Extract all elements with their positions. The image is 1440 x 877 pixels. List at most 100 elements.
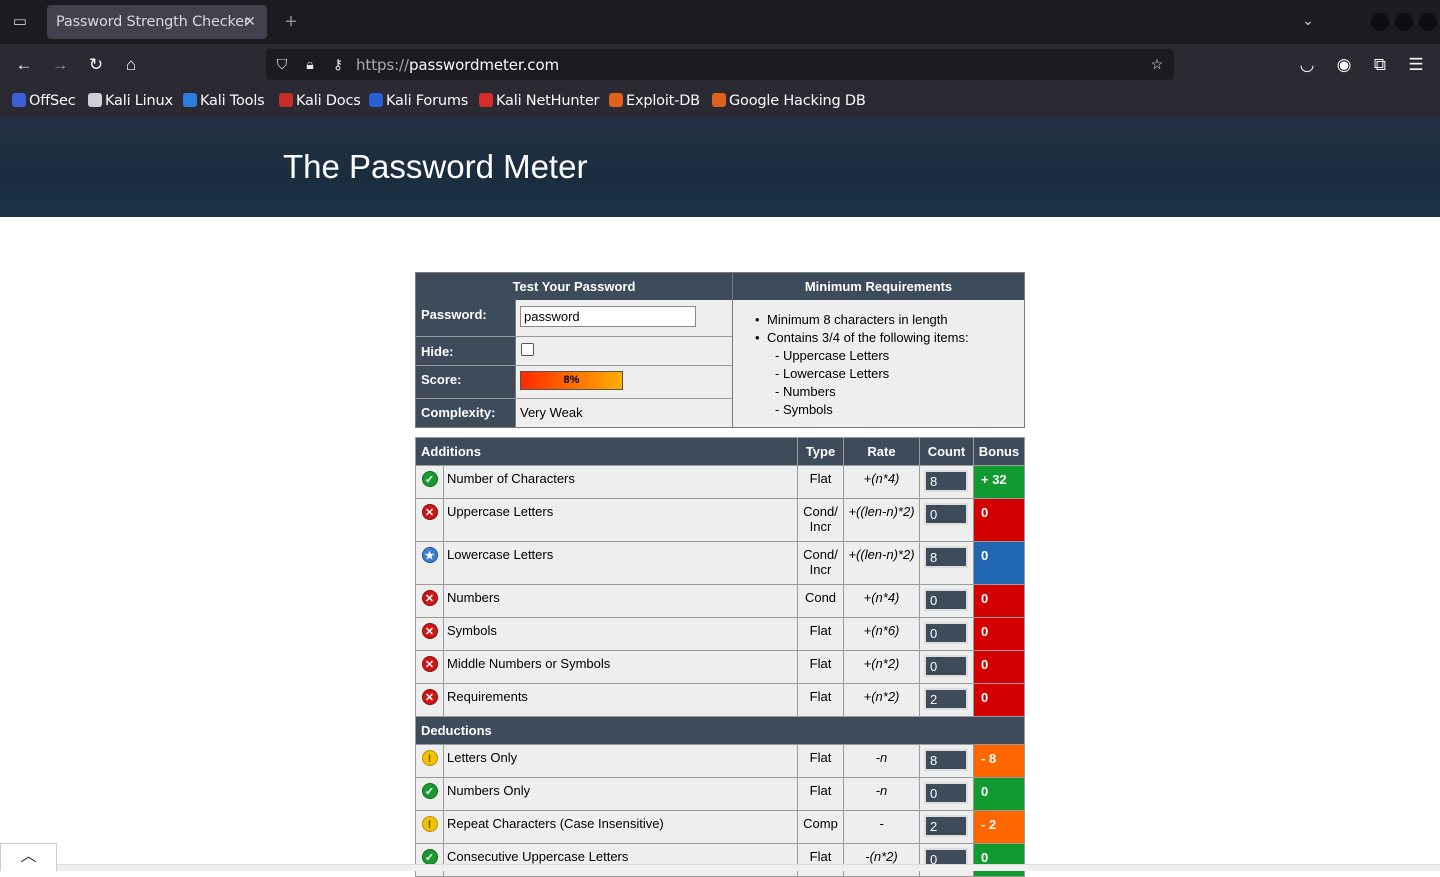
row-label: Consecutive Uppercase Letters [443, 843, 798, 877]
kali-docs-icon [279, 93, 293, 107]
count-header: Count [919, 437, 974, 466]
site-title: The Password Meter [283, 148, 588, 185]
password-input[interactable] [520, 306, 696, 327]
url-text[interactable]: https://passwordmeter.com [356, 56, 559, 74]
row-label: Numbers [443, 584, 798, 618]
bonus-header: Bonus [973, 437, 1025, 466]
home-icon[interactable]: ⌂ [119, 53, 143, 77]
table-row: ✕ Symbols Flat +(n*6) 0 [415, 617, 1025, 651]
bookmark-exploit-db[interactable]: Exploit-DB [609, 93, 700, 109]
bonus-value: 0 [973, 777, 1025, 811]
key-icon[interactable]: ⚷ [327, 53, 349, 75]
status-bad-icon: ✕ [421, 504, 438, 520]
close-icon[interactable]: ✕ [240, 11, 260, 31]
deductions-header: Deductions [415, 716, 1025, 745]
new-tab-icon[interactable]: + [280, 10, 302, 34]
bookmark-kali-docs[interactable]: Kali Docs [279, 93, 361, 109]
count-field[interactable] [924, 688, 968, 710]
password-label: Password: [421, 307, 487, 322]
count-field[interactable] [924, 503, 968, 525]
bonus-value: 0 [973, 498, 1025, 542]
hide-checkbox[interactable] [521, 343, 534, 356]
row-type: Flat [797, 744, 844, 778]
table-row: ✕ Uppercase Letters Cond/ Incr +((len-n)*2)… [415, 498, 1025, 542]
bookmark-google-hacking-db[interactable]: Google Hacking DB [712, 93, 866, 109]
row-label: Lowercase Letters [443, 541, 798, 585]
rate-header: Rate [843, 437, 920, 466]
row-type: Cond/ Incr [797, 498, 844, 542]
row-rate: +(n*2) [843, 683, 920, 717]
reload-icon[interactable]: ↻ [84, 53, 108, 77]
status-warn-icon: ! [421, 816, 438, 832]
complexity-value: Very Weak [520, 405, 583, 420]
row-label: Uppercase Letters [443, 498, 798, 542]
bookmarks-bar: OffSec Kali Linux Kali Tools Kali Docs Kali … [0, 86, 1440, 117]
row-rate: +((len-n)*2) [843, 541, 920, 585]
row-rate: +(n*2) [843, 650, 920, 684]
count-field[interactable] [924, 622, 968, 644]
bonus-value: 0 [973, 541, 1025, 585]
additions-header-row: Additions Type Rate Count Bonus [415, 437, 1025, 466]
count-field[interactable] [924, 546, 968, 568]
chevron-down-icon[interactable]: ⌄ [1298, 12, 1318, 32]
row-rate: -(n*2) [843, 843, 920, 877]
requirements-panel: Minimum Requirements • Minimum 8 characte… [732, 272, 1025, 428]
maximize-button[interactable] [1395, 13, 1413, 31]
menu-icon[interactable]: ☰ [1404, 53, 1428, 77]
exploitdb-icon [609, 93, 623, 107]
requirements-list: • Minimum 8 characters in length • Contains… [755, 311, 969, 419]
bookmark-kali-linux[interactable]: Kali Linux [88, 93, 173, 109]
site-header: The Password Meter [0, 117, 1440, 217]
count-field[interactable] [924, 589, 968, 611]
requirement-item: • Contains 3/4 of the following items: [755, 330, 969, 345]
browser-chrome: ▭ Password Strength Checker ✕ + ⌄ ← → ↻ … [0, 0, 1440, 117]
horizontal-scrollbar[interactable] [57, 864, 1440, 871]
requirement-subitem: - Numbers [775, 384, 836, 399]
star-icon[interactable]: ☆ [1146, 53, 1168, 75]
row-rate: +((len-n)*2) [843, 498, 920, 542]
count-field[interactable] [924, 749, 968, 771]
close-window-button[interactable] [1419, 13, 1437, 31]
row-type: Flat [797, 617, 844, 651]
count-field[interactable] [924, 815, 968, 837]
bookmark-label: Kali Forums [386, 93, 469, 109]
tab-password-strength[interactable]: Password Strength Checker ✕ [47, 5, 267, 39]
hide-label: Hide: [421, 344, 454, 359]
minimize-button[interactable] [1371, 13, 1389, 31]
count-field[interactable] [924, 655, 968, 677]
table-row: ★ Lowercase Letters Cond/ Incr +((len-n)*2)… [415, 541, 1025, 585]
shield-icon[interactable]: ⛉ [271, 53, 293, 75]
table-row: ✕ Middle Numbers or Symbols Flat +(n*2) 0 [415, 650, 1025, 684]
extensions-icon[interactable]: ⧉ [1368, 53, 1392, 77]
table-row: ✓ Numbers Only Flat -n 0 [415, 777, 1025, 811]
count-field[interactable] [924, 470, 968, 492]
table-row: ✕ RequirementsFlat+(n*2) 0 [415, 683, 1025, 717]
bonus-value: 0 [973, 617, 1025, 651]
ghdb-icon [712, 93, 726, 107]
row-type: Flat [797, 683, 844, 717]
pocket-icon[interactable]: ◡ [1295, 53, 1319, 77]
bookmark-kali-forums[interactable]: Kali Forums [369, 93, 468, 109]
row-label: Numbers Only [443, 777, 798, 811]
row-type: Comp [797, 810, 844, 844]
row-label: Symbols [443, 617, 798, 651]
forward-icon[interactable]: → [48, 53, 72, 77]
tab-list-icon[interactable]: ▭ [8, 10, 32, 34]
bookmark-label: Kali Linux [105, 93, 173, 109]
bookmark-offsec[interactable]: OffSec [12, 93, 76, 109]
scroll-up-button[interactable]: ︿ [0, 843, 57, 871]
bookmark-kali-tools[interactable]: Kali Tools [183, 93, 265, 109]
bookmark-label: Kali Tools [200, 93, 265, 109]
bookmark-kali-nethunter[interactable]: Kali NetHunter [479, 93, 600, 109]
status-bad-icon: ✕ [421, 590, 438, 606]
tab-bar: ▭ Password Strength Checker ✕ + ⌄ [0, 0, 1440, 44]
count-field[interactable] [924, 782, 968, 804]
row-rate: -n [843, 777, 920, 811]
navigation-bar: ← → ↻ ⌂ ⛉ 🔒︎ ⚷ https://passwordmeter.com… [0, 44, 1440, 86]
back-icon[interactable]: ← [12, 53, 36, 77]
row-label: Middle Numbers or Symbols [443, 650, 798, 684]
status-warn-icon: ! [421, 750, 438, 766]
address-bar[interactable]: ⛉ 🔒︎ ⚷ https://passwordmeter.com ☆ [266, 49, 1174, 80]
lock-icon[interactable]: 🔒︎ [299, 53, 321, 75]
account-icon[interactable]: ◉ [1332, 53, 1356, 77]
